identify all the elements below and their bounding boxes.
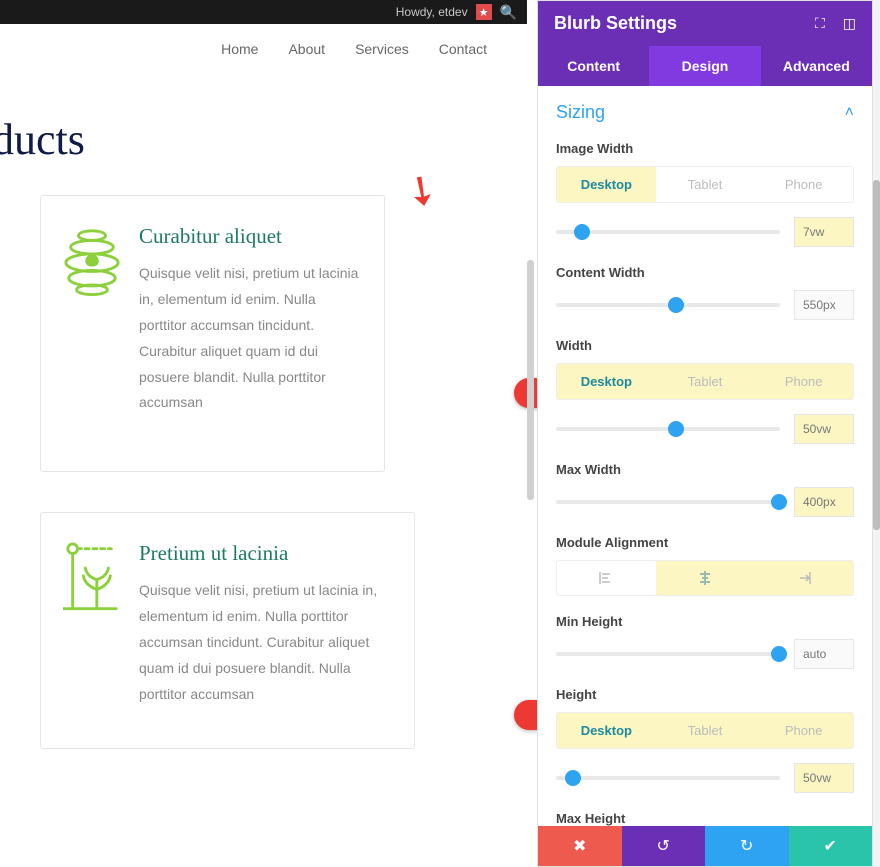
undo-button[interactable]: ↺	[622, 826, 706, 866]
nav-home[interactable]: Home	[221, 41, 258, 57]
resp-desktop[interactable]: Desktop	[557, 364, 656, 399]
page-scrollbar[interactable]	[873, 0, 880, 867]
field-max-width: Max Width	[556, 462, 854, 517]
resp-phone[interactable]: Phone	[754, 364, 853, 399]
field-width: Width Desktop Tablet Phone	[556, 338, 854, 444]
resp-tablet[interactable]: Tablet	[656, 364, 755, 399]
page-preview: Howdy, etdev ★ 🔍 Home About Services Con…	[0, 0, 527, 867]
admin-greeting[interactable]: Howdy, etdev	[396, 5, 468, 19]
nav-contact[interactable]: Contact	[439, 41, 487, 57]
search-icon[interactable]: 🔍	[500, 4, 517, 21]
height-input[interactable]	[794, 763, 854, 793]
align-center-button[interactable]	[656, 561, 755, 595]
chevron-up-icon[interactable]: ˄	[845, 104, 854, 122]
preview-scrollbar[interactable]	[527, 260, 534, 500]
section-sizing[interactable]: Sizing ˄	[556, 86, 854, 133]
tab-design[interactable]: Design	[649, 46, 760, 86]
width-input[interactable]	[794, 414, 854, 444]
blurb-1-heading: Curabitur aliquet	[139, 224, 362, 249]
star-icon[interactable]: ★	[476, 4, 492, 20]
panel-title: Blurb Settings	[554, 13, 677, 34]
blurb-module-2[interactable]: Pretium ut lacinia Quisque velit nisi, p…	[40, 512, 415, 748]
annotation-arrow: ➘	[395, 163, 449, 220]
resp-phone[interactable]: Phone	[754, 713, 853, 748]
panel-body[interactable]: Sizing ˄ Image Width Desktop Tablet Phon…	[538, 86, 872, 826]
blurb-2-heading: Pretium ut lacinia	[139, 541, 392, 566]
nav-services[interactable]: Services	[355, 41, 409, 57]
height-slider[interactable]	[556, 776, 780, 780]
field-image-width: Image Width Desktop Tablet Phone	[556, 141, 854, 247]
field-min-height: Min Height	[556, 614, 854, 669]
tab-content[interactable]: Content	[538, 46, 649, 86]
max-width-input[interactable]	[794, 487, 854, 517]
min-height-slider[interactable]	[556, 652, 780, 656]
panel-tabs: Content Design Advanced	[538, 46, 872, 86]
max-width-slider[interactable]	[556, 500, 780, 504]
resp-tablet[interactable]: Tablet	[656, 713, 755, 748]
resp-desktop[interactable]: Desktop	[557, 713, 656, 748]
min-height-input[interactable]	[794, 639, 854, 669]
width-slider[interactable]	[556, 427, 780, 431]
align-right-button[interactable]	[754, 561, 853, 595]
content-width-slider[interactable]	[556, 303, 780, 307]
beehive-icon	[63, 224, 121, 299]
panel-header: Blurb Settings ⛶ ◫ Content Design Advanc…	[538, 1, 872, 86]
admin-bar: Howdy, etdev ★ 🔍	[0, 0, 527, 24]
image-width-slider[interactable]	[556, 230, 780, 234]
content-width-input[interactable]	[794, 290, 854, 320]
field-content-width: Content Width	[556, 265, 854, 320]
resp-desktop[interactable]: Desktop	[557, 167, 656, 202]
snap-icon[interactable]: ◫	[843, 15, 856, 32]
blurb-2-body: Quisque velit nisi, pretium ut lacinia i…	[139, 578, 392, 707]
plant-icon	[63, 541, 121, 616]
site-nav: Home About Services Contact	[0, 24, 527, 74]
responsive-tabs: Desktop Tablet Phone	[556, 166, 854, 203]
settings-panel: Blurb Settings ⛶ ◫ Content Design Advanc…	[537, 0, 873, 867]
field-height: Height Desktop Tablet Phone	[556, 687, 854, 793]
page-title: oducts	[0, 114, 527, 165]
save-button[interactable]: ✔	[789, 826, 873, 866]
align-left-button[interactable]	[557, 561, 656, 595]
blurb-module-1[interactable]: Curabitur aliquet Quisque velit nisi, pr…	[40, 195, 385, 472]
redo-button[interactable]: ↻	[705, 826, 789, 866]
tab-advanced[interactable]: Advanced	[761, 46, 872, 86]
image-width-input[interactable]	[794, 217, 854, 247]
resp-phone[interactable]: Phone	[754, 167, 853, 202]
field-module-alignment: Module Alignment	[556, 535, 854, 596]
nav-about[interactable]: About	[288, 41, 325, 57]
cancel-button[interactable]: ✖	[538, 826, 622, 866]
panel-footer: ✖ ↺ ↻ ✔	[538, 826, 872, 866]
blurb-1-body: Quisque velit nisi, pretium ut lacinia i…	[139, 261, 362, 416]
resp-tablet[interactable]: Tablet	[656, 167, 755, 202]
field-max-height: Max Height	[556, 811, 854, 826]
expand-icon[interactable]: ⛶	[815, 15, 825, 32]
